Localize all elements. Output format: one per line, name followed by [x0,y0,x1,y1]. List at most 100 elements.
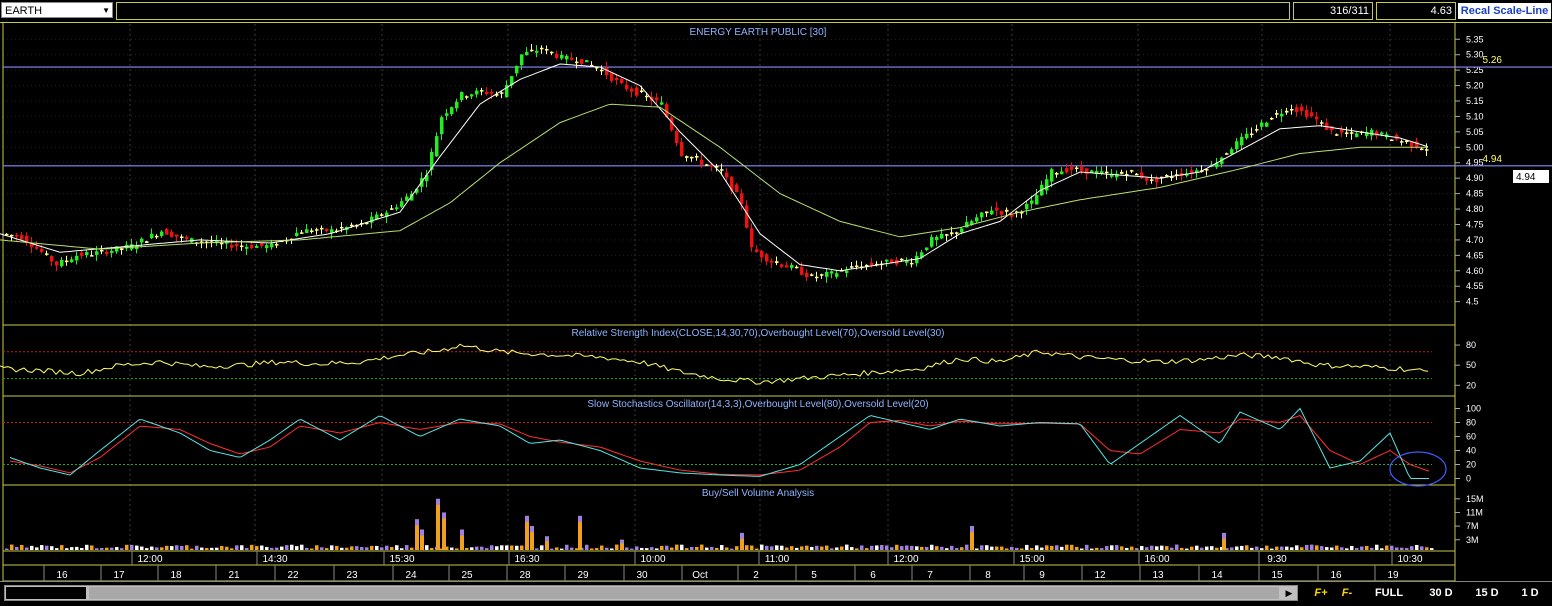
range-15d-button[interactable]: 15 D [1469,585,1505,601]
candle-body [380,214,384,216]
volume-bar [290,544,294,550]
candle-body [1270,117,1274,120]
candle-body [1035,195,1039,205]
volume-bar [615,544,619,550]
candle-body [1400,141,1404,143]
volume-bar [535,548,539,550]
volume-bar [1380,548,1384,550]
date-axis-label: 16 [1330,570,1342,581]
symbol-select[interactable]: EARTH ▼ [1,2,113,18]
horizontal-level-label: 5.26 [1483,55,1503,66]
candle-body [940,233,944,239]
volume-bar [1025,544,1029,550]
volume-bar [795,547,799,550]
candle-body [240,245,244,248]
price-tick-label: 4.65 [1466,250,1484,260]
volume-bar [600,545,604,550]
volume-bar [430,548,434,550]
stoch-tick-label: 60 [1466,432,1476,442]
price-tick-label: 5.00 [1466,142,1484,152]
current-price-label: 4.94 [1516,172,1536,183]
volume-bar [15,546,19,550]
volume-bar [650,547,654,550]
zoom-in-button[interactable]: F+ [1310,585,1332,601]
volume-bar [1290,547,1294,550]
volume-bar [1350,545,1354,550]
volume-bar [1210,546,1214,550]
moving-average-fast [0,63,1429,272]
range-30d-button[interactable]: 30 D [1422,585,1460,601]
volume-bar [875,545,879,550]
chevron-down-icon[interactable]: ▼ [102,3,110,19]
volume-bar [465,548,469,550]
candle-body [610,72,614,81]
price-tick-label: 4.70 [1466,235,1484,245]
volume-bar-sell [620,539,624,544]
candle-body [980,212,984,218]
volume-tick-label: 11M [1466,507,1483,517]
price-tick-label: 4.55 [1466,281,1484,291]
volume-bar [690,546,694,550]
scroll-track[interactable] [89,587,1279,599]
scroll-left-icon[interactable]: ◀ [75,586,89,600]
candle-body [645,95,649,98]
volume-bar [1005,548,1009,550]
volume-bar [925,547,929,550]
price-tick-label: 4.75 [1466,219,1484,229]
volume-bar [65,548,69,550]
volume-bar [1180,547,1184,550]
volume-bar [760,544,764,550]
volume-bar [890,547,894,550]
volume-bar [950,545,954,550]
volume-bar [120,548,124,550]
volume-bar [810,546,814,550]
candle-body [1060,171,1064,175]
candle-body [470,94,474,97]
rsi-tick-label: 20 [1466,380,1476,390]
volume-bar [310,548,314,550]
volume-bar [60,545,64,550]
zoom-out-button[interactable]: F- [1336,585,1358,601]
volume-bar [80,547,84,550]
recal-scale-line-button[interactable]: Recal Scale-Line [1458,3,1551,19]
volume-bar [1080,548,1084,550]
volume-bar [1195,545,1199,550]
volume-bar [230,548,234,550]
volume-bar [560,548,564,550]
volume-bar [1325,547,1329,550]
volume-bar [1030,547,1034,550]
volume-bar [1050,545,1054,550]
volume-bar [200,547,204,550]
volume-bar [405,545,409,550]
volume-bar-sell [578,515,582,522]
candle-body [1315,116,1319,120]
scroll-right-icon[interactable]: ▶ [1282,586,1296,600]
volume-bar [965,544,969,550]
time-axis-label: 16:00 [1144,554,1169,565]
candle-body [540,47,544,50]
volume-bar [840,546,844,550]
price-tick-label: 5.05 [1466,127,1484,137]
scroll-thumb[interactable] [6,587,86,599]
candle-body [990,210,994,215]
volume-bar [675,544,679,550]
horizontal-scrollbar[interactable]: ◀ ▶ [4,585,1298,601]
volume-bar [1420,546,1424,550]
top-toolbar: EARTH ▼ 316/311 4.63 Recal Scale-Line [0,0,1552,23]
volume-bar [505,545,509,550]
volume-bar [450,547,454,550]
candle-body [615,77,619,81]
price-tick-label: 4.80 [1466,204,1484,214]
candle-body [635,87,639,96]
candle-body [295,232,299,237]
volume-bar [955,548,959,550]
volume-bar [300,544,304,550]
chart-canvas[interactable]: 5.355.305.255.205.155.105.055.004.954.90… [0,22,1552,581]
range-full-button[interactable]: FULL [1370,585,1408,601]
volume-bar [1095,547,1099,550]
volume-bar [1305,544,1309,550]
range-1d-button[interactable]: 1 D [1515,585,1545,601]
volume-bar [1105,546,1109,550]
volume-bar [1360,546,1364,550]
volume-bar-sell [420,529,424,536]
